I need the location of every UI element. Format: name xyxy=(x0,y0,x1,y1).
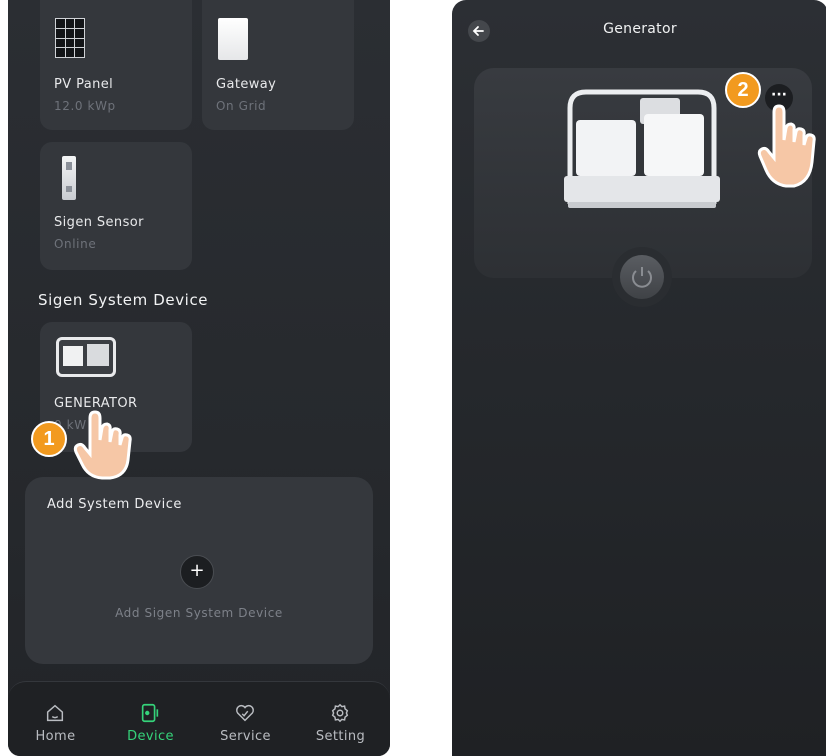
gateway-name: Gateway xyxy=(216,77,277,92)
gateway-icon xyxy=(218,18,248,60)
generator-icon xyxy=(56,337,116,377)
tap-hand-icon-2 xyxy=(757,104,816,188)
pv-panel-name: PV Panel xyxy=(54,77,114,92)
step-1-badge: 1 xyxy=(31,421,67,457)
sigen-sensor-card[interactable]: Sigen Sensor Online xyxy=(40,142,192,270)
add-system-device-card: Add System Device + Add Sigen System Dev… xyxy=(25,477,373,664)
sigen-sensor-name: Sigen Sensor xyxy=(54,215,144,230)
tab-device-label: Device xyxy=(127,729,174,744)
tab-device[interactable]: Device xyxy=(103,682,198,756)
page-title: Generator xyxy=(603,21,677,37)
tab-home-label: Home xyxy=(35,729,76,744)
section-title: Sigen System Device xyxy=(38,291,209,309)
sigen-sensor-status: Online xyxy=(54,237,97,251)
add-device-button[interactable]: + xyxy=(180,555,214,589)
power-icon xyxy=(632,267,652,288)
sensor-icon xyxy=(62,156,76,200)
generator-name: GENERATOR xyxy=(54,396,138,411)
tap-hand-icon xyxy=(73,410,132,480)
device-list-screen: PV Panel 12.0 kWp Gateway On Grid Sigen … xyxy=(8,0,390,756)
device-icon xyxy=(141,703,159,723)
tab-setting[interactable]: Setting xyxy=(293,682,388,756)
solar-panel-icon xyxy=(55,18,85,58)
tab-service-label: Service xyxy=(220,729,271,744)
step-2-badge: 2 xyxy=(725,72,761,108)
pv-panel-card[interactable]: PV Panel 12.0 kWp xyxy=(40,0,192,130)
pv-panel-status: 12.0 kWp xyxy=(54,99,116,113)
service-icon xyxy=(236,704,254,722)
tab-home[interactable]: Home xyxy=(8,682,103,756)
tab-setting-label: Setting xyxy=(315,729,366,744)
tab-service[interactable]: Service xyxy=(198,682,293,756)
power-button[interactable] xyxy=(620,255,664,299)
gateway-status: On Grid xyxy=(216,99,267,113)
generator-image xyxy=(564,89,720,208)
gateway-card[interactable]: Gateway On Grid xyxy=(202,0,354,130)
home-icon xyxy=(46,704,64,722)
bottom-tab-bar: Home Device Service Setting xyxy=(8,681,390,756)
settings-icon xyxy=(331,703,349,723)
add-device-label: Add Sigen System Device xyxy=(115,606,283,620)
add-system-device-title: Add System Device xyxy=(47,497,182,512)
